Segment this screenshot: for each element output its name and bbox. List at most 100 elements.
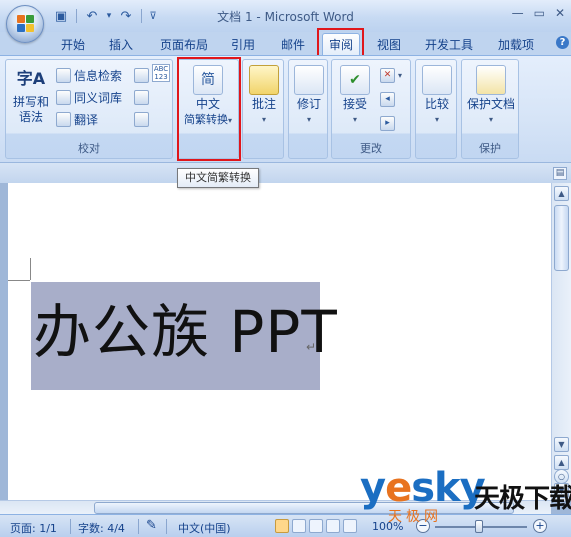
close-icon[interactable]: ✕: [555, 6, 565, 20]
tab-mailings[interactable]: 邮件: [276, 36, 310, 54]
compare-button[interactable]: 比较 ▾: [418, 65, 456, 127]
window-title: 文档 1 - Microsoft Word: [217, 10, 354, 24]
previous-page-icon[interactable]: ▲: [554, 455, 569, 470]
word-count-button[interactable]: ABC 123: [152, 64, 170, 82]
tab-view[interactable]: 视图: [372, 36, 406, 54]
scroll-up-icon[interactable]: ▲: [554, 186, 569, 201]
research-button[interactable]: 信息检索: [56, 66, 122, 84]
word-count[interactable]: 字数: 4/4: [78, 520, 125, 536]
vertical-scroll-thumb[interactable]: [554, 205, 569, 271]
print-layout-view-icon[interactable]: [275, 519, 289, 533]
track-changes-button[interactable]: 修订 ▾: [291, 65, 327, 127]
spelling-check-icon: 字A: [16, 68, 46, 88]
proofing-status-icon[interactable]: ✎: [146, 518, 157, 533]
chinese-conversion-label-line2: 简繁转换▾: [183, 113, 232, 126]
translate-button[interactable]: 翻译: [56, 110, 98, 128]
yesky-watermark: yesky 天极下载 天极网: [360, 465, 571, 525]
compare-icon: [422, 65, 452, 95]
ribbon-tabs: 开始 插入 页面布局 引用 邮件 审阅 视图 开发工具 加载项 ?: [0, 32, 571, 56]
chevron-down-icon: ▾: [352, 115, 357, 124]
previous-change-button[interactable]: ◂: [380, 90, 395, 108]
next-change-button[interactable]: ▸: [380, 114, 395, 132]
outline-view-icon[interactable]: [326, 519, 340, 533]
accept-label: 接受: [342, 97, 367, 111]
thesaurus-label: 同义词库: [74, 90, 123, 105]
group-changes-label: 更改: [360, 142, 382, 155]
spelling-label-line1: 拼写和: [12, 95, 49, 109]
tooltip: 中文简繁转换: [177, 168, 259, 188]
tab-review[interactable]: 审阅: [322, 33, 360, 56]
scroll-down-icon[interactable]: ▼: [554, 437, 569, 452]
zoom-in-icon[interactable]: +: [533, 519, 547, 533]
research-icon: [56, 67, 71, 83]
window-controls: — ▭ ✕: [512, 6, 565, 20]
document-text[interactable]: 办公族 PPT: [33, 296, 338, 368]
status-bar: 页面: 1/1 字数: 4/4 ✎ 中文(中国) 100% − +: [0, 514, 571, 537]
group-protect-label: 保护: [479, 142, 501, 155]
spelling-grammar-button[interactable]: 字A 拼写和 语法: [9, 63, 53, 125]
page-count[interactable]: 页面: 1/1: [10, 520, 57, 536]
watermark-cn-name: 天极下载: [474, 484, 571, 514]
new-comment-small-button[interactable]: [134, 88, 149, 106]
set-language-button[interactable]: [134, 66, 149, 84]
tab-developer[interactable]: 开发工具: [420, 36, 478, 54]
full-screen-reading-icon[interactable]: [292, 519, 306, 533]
watermark-cn-net: 天极网: [388, 509, 442, 525]
office-button[interactable]: [6, 5, 44, 43]
restore-icon[interactable]: ▭: [534, 6, 545, 20]
web-layout-icon[interactable]: [309, 519, 323, 533]
help-icon[interactable]: ?: [556, 36, 569, 49]
zoom-slider-thumb[interactable]: [475, 520, 483, 533]
chevron-down-icon: ▾: [488, 115, 493, 124]
chinese-conversion-button[interactable]: 简 中文 简繁转换▾: [179, 65, 237, 128]
watermark-brand: yesky: [360, 465, 486, 511]
status-separator: [166, 519, 167, 534]
paragraph-mark: ↵: [306, 340, 317, 354]
tab-references[interactable]: 引用: [226, 36, 260, 54]
draft-view-icon[interactable]: [343, 519, 357, 533]
translate-icon: [56, 111, 71, 127]
comments-button[interactable]: 批注 ▾: [245, 65, 283, 127]
track-changes-icon: [294, 65, 324, 95]
minimize-icon[interactable]: —: [512, 6, 524, 20]
reject-button[interactable]: ✕ ▾: [380, 66, 402, 84]
vertical-scrollbar[interactable]: ▲ ▼ ▲ ○ ▼: [551, 183, 571, 501]
tab-add-ins[interactable]: 加载项: [494, 36, 538, 54]
group-proofing-label: 校对: [78, 142, 100, 155]
ruler-toggle-icon[interactable]: ▤: [553, 167, 567, 180]
chinese-conversion-label-line1: 中文: [195, 97, 220, 111]
comments-label: 批注: [251, 97, 276, 111]
tab-page-layout[interactable]: 页面布局: [154, 36, 214, 54]
tab-insert[interactable]: 插入: [104, 36, 138, 54]
accept-button[interactable]: ✔ 接受 ▾: [335, 65, 375, 127]
reject-icon: ✕: [380, 67, 395, 83]
group-changes: ✔ 接受 ▾ ✕ ▾ ◂ ▸ 更改: [331, 59, 411, 159]
title-bar: ▣ ↶ ▾ ↷ ⊽ 文档 1 - Microsoft Word — ▭ ✕: [0, 0, 571, 32]
thesaurus-button[interactable]: 同义词库: [56, 88, 122, 106]
language-status[interactable]: 中文(中国): [178, 520, 231, 536]
translate-label: 翻译: [74, 112, 99, 127]
chevron-down-icon: ▾: [306, 115, 311, 124]
comment-icon: [249, 65, 279, 95]
accept-check-icon: ✔: [340, 65, 370, 95]
tab-home[interactable]: 开始: [56, 36, 90, 54]
ribbon: 字A 拼写和 语法 信息检索 同义词库 翻译 ABC 123 校对 简 中文 简…: [0, 55, 571, 163]
word-count-icon: ABC 123: [152, 64, 170, 82]
chevron-down-icon: ▾: [227, 116, 232, 125]
margin-marker: [30, 258, 31, 280]
protect-document-button[interactable]: 保护文档 ▾: [463, 65, 519, 127]
research-label: 信息检索: [74, 68, 123, 83]
shapes-button[interactable]: [134, 110, 149, 128]
track-changes-label: 修订: [296, 97, 321, 111]
compare-label: 比较: [424, 97, 449, 111]
office-logo-icon: [17, 15, 35, 33]
group-chinese-conversion: 简 中文 简繁转换▾: [177, 59, 239, 159]
chevron-down-icon: ▾: [434, 115, 439, 124]
chinese-conversion-icon: 简: [193, 65, 223, 95]
group-comments: 批注 ▾: [242, 59, 284, 159]
table-icon: [134, 89, 149, 105]
set-language-icon: [134, 67, 149, 83]
group-tracking: 修订 ▾: [288, 59, 328, 159]
protect-document-label: 保护文档: [466, 97, 515, 111]
thesaurus-icon: [56, 89, 71, 105]
